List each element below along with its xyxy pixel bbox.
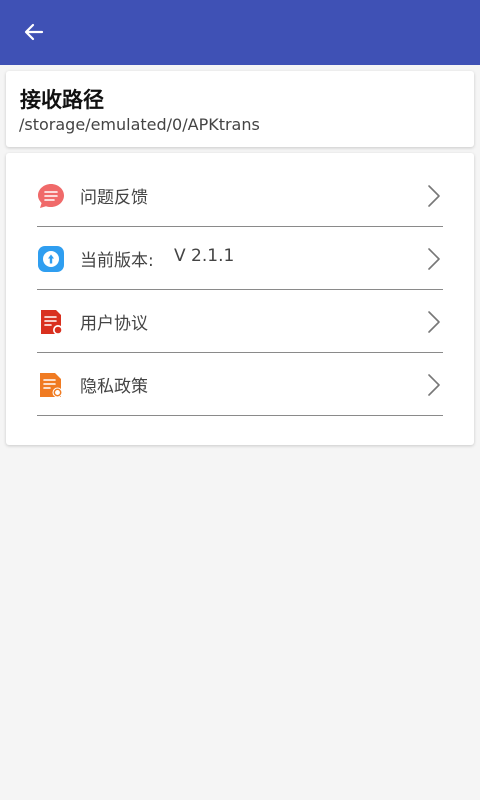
version-value: V 2.1.1	[174, 246, 235, 266]
chevron-right-icon	[428, 311, 440, 333]
back-button[interactable]	[14, 12, 54, 52]
menu-item-user-agreement[interactable]: 用户协议	[37, 290, 443, 353]
menu-item-version[interactable]: 当前版本: V 2.1.1	[37, 227, 443, 290]
version-icon	[38, 246, 64, 272]
menu-item-feedback[interactable]: 问题反馈	[37, 164, 443, 227]
app-bar	[0, 0, 480, 65]
chevron-right-icon	[428, 374, 440, 396]
menu-item-label: 当前版本:	[80, 251, 154, 271]
feedback-icon	[38, 184, 64, 208]
menu-card: 问题反馈 当前版本: V 2.1.1 用户协议 隐私政策	[6, 153, 474, 445]
privacy-icon	[40, 373, 63, 398]
arrow-left-icon	[24, 23, 44, 41]
menu-item-privacy-policy[interactable]: 隐私政策	[37, 353, 443, 416]
menu-item-label: 问题反馈	[80, 188, 148, 208]
menu-item-label: 用户协议	[80, 314, 148, 334]
menu-item-label: 隐私政策	[80, 377, 148, 397]
agreement-icon	[41, 310, 63, 335]
receive-path-value: /storage/emulated/0/APKtrans	[19, 115, 260, 134]
receive-path-card: 接收路径 /storage/emulated/0/APKtrans	[6, 71, 474, 147]
receive-path-title: 接收路径	[20, 88, 104, 112]
chevron-right-icon	[428, 185, 440, 207]
chevron-right-icon	[428, 248, 440, 270]
